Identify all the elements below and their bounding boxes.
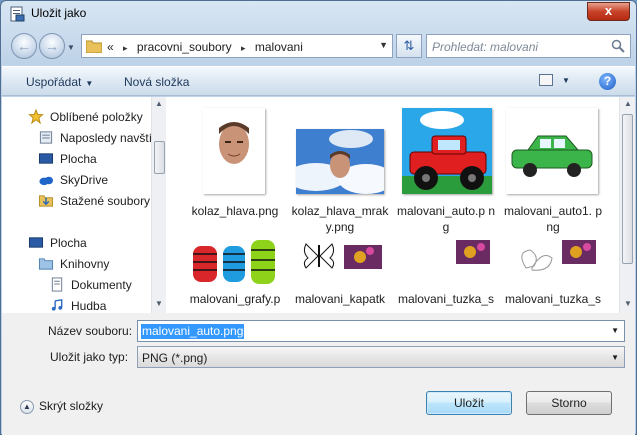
save-button[interactable]: Uložit <box>426 391 512 415</box>
window-title: Uložit jako <box>31 6 87 20</box>
skydrive-icon <box>39 176 54 186</box>
file-name: malovani_grafy.p <box>189 292 281 306</box>
file-name: kolaz_hlava.png <box>191 204 279 218</box>
organize-menu[interactable]: Uspořádat ▼ <box>26 75 93 89</box>
hide-folders-label: Skrýt složky <box>39 399 104 413</box>
search-input[interactable]: Prohledat: malovani <box>432 40 538 54</box>
new-folder-button[interactable]: Nová složka <box>124 75 189 89</box>
chevron-up-icon: ▲ <box>20 399 34 414</box>
desktop-icon <box>28 237 44 248</box>
documents-icon <box>51 277 63 292</box>
forward-arrow-icon: → <box>45 38 59 54</box>
save-as-dialog: Uložit jako x ← → ▼ « ▸ pracovni_soubory… <box>0 0 637 435</box>
scroll-up-icon[interactable]: ▲ <box>624 99 632 108</box>
file-list-scroll-thumb[interactable] <box>622 114 633 264</box>
search-box[interactable]: Prohledat: malovani <box>426 34 631 58</box>
sidebar-item-label: Naposledy navští <box>60 131 153 145</box>
change-view-icon[interactable] <box>539 74 553 86</box>
folder-icon <box>86 40 102 53</box>
file-name: malovani_tuzka_s <box>504 292 602 306</box>
address-dropdown-icon[interactable]: ▼ <box>379 40 388 50</box>
title-bar: Uložit jako x <box>1 1 636 27</box>
organize-label: Uspořádat <box>26 75 82 89</box>
chevron-down-icon[interactable]: ▼ <box>611 326 619 335</box>
file-name: malovani_kapatk <box>294 292 386 306</box>
recent-pages-dropdown[interactable]: ▼ <box>67 43 75 52</box>
file-name: malovani_auto1. png <box>503 204 603 234</box>
search-icon <box>611 39 625 53</box>
libraries-icon <box>38 258 54 270</box>
hide-folders-toggle[interactable]: ▲ Skrýt složky <box>20 399 103 414</box>
refresh-button[interactable]: ⇅ <box>396 34 422 58</box>
thumbnail-face-image <box>203 108 265 194</box>
close-button[interactable]: x <box>587 2 630 21</box>
file-item[interactable]: malovani_tuzka_s <box>396 235 496 313</box>
file-item[interactable]: kolaz_hlava.png <box>185 105 285 218</box>
sidebar-item-label: SkyDrive <box>60 173 109 187</box>
filetype-select[interactable]: PNG (*.png) ▼ <box>137 346 625 368</box>
file-item[interactable]: malovani_grafy.p <box>185 235 285 313</box>
thumbnail-charts-image <box>189 238 279 286</box>
navigation-pane: Oblíbené položky Naposledy navští Plocha… <box>2 97 153 313</box>
music-icon <box>51 299 63 311</box>
back-button[interactable]: ← <box>11 33 37 59</box>
filename-label: Název souboru: <box>48 324 133 338</box>
recent-places-icon <box>39 131 53 144</box>
star-icon <box>28 109 44 124</box>
sidebar-item-label: Stažené soubory <box>60 194 151 208</box>
sidebar-scroll-thumb[interactable] <box>154 141 165 174</box>
breadcrumb-malovani[interactable]: malovani <box>255 40 303 54</box>
chevron-down-icon: ▼ <box>611 353 619 362</box>
sidebar-item-label: Plocha <box>60 152 97 166</box>
breadcrumb-separator[interactable]: ▸ <box>123 43 128 53</box>
navigation-bar: ← → ▼ « ▸ pracovni_soubory ▸ malovani ▼ … <box>1 29 636 65</box>
breadcrumb-pracovni-soubory[interactable]: pracovni_soubory <box>137 40 232 54</box>
thumbnail-pencil-butterfly-image <box>506 238 598 286</box>
file-item[interactable]: malovani_kapatk <box>290 235 390 313</box>
sidebar-item-label: Plocha <box>50 236 87 250</box>
file-item[interactable]: malovani_auto.p ng <box>396 105 496 234</box>
chevron-down-icon: ▼ <box>85 79 94 88</box>
sidebar-item-label: Hudba <box>71 299 107 313</box>
scroll-down-icon[interactable]: ▼ <box>155 299 163 308</box>
help-icon[interactable]: ? <box>599 73 616 90</box>
refresh-icon: ⇅ <box>403 38 415 53</box>
filetype-label: Uložit jako typ: <box>50 350 129 364</box>
desktop-icon <box>38 153 54 164</box>
command-bar: Uspořádat ▼ Nová složka ▼ ? <box>2 66 635 96</box>
file-item[interactable]: malovani_auto1. png <box>503 105 603 234</box>
downloads-icon <box>38 195 54 207</box>
breadcrumb-separator[interactable]: ▸ <box>241 43 246 53</box>
sidebar-item-label: Knihovny <box>60 257 110 271</box>
sidebar-item-label: Oblíbené položky <box>50 110 143 124</box>
thumbnail-monster-truck-image <box>402 108 492 194</box>
filename-field[interactable]: malovani_auto.png ▼ <box>137 320 625 342</box>
file-name: malovani_auto.p ng <box>396 204 496 234</box>
file-list: kolaz_hlava.png kolaz_hlava_mrak y.png m… <box>167 97 620 313</box>
address-overflow[interactable]: « <box>107 40 114 54</box>
save-document-icon <box>10 6 25 22</box>
file-name: kolaz_hlava_mrak y.png <box>291 204 389 234</box>
filename-value[interactable]: malovani_auto.png <box>141 324 245 339</box>
scroll-up-icon[interactable]: ▲ <box>155 99 163 108</box>
file-list-scrollbar[interactable]: ▲ ▼ <box>619 97 635 313</box>
address-bar[interactable]: « ▸ pracovni_soubory ▸ malovani ▼ <box>81 34 393 58</box>
sidebar-item-label: Dokumenty <box>71 278 132 292</box>
sidebar-scrollbar[interactable]: ▲ ▼ <box>151 97 166 313</box>
thumbnail-pencil-image <box>402 238 492 286</box>
scroll-down-icon[interactable]: ▼ <box>624 299 632 308</box>
forward-button[interactable]: → <box>39 33 65 59</box>
thumbnail-clouds-image <box>296 129 384 194</box>
filetype-value: PNG (*.png) <box>142 351 208 365</box>
thumbnail-butterfly-image <box>298 241 384 271</box>
file-name: malovani_tuzka_s <box>397 292 495 306</box>
save-options-panel: Název souboru: malovani_auto.png ▼ Uloži… <box>2 313 635 435</box>
file-item[interactable]: malovani_tuzka_s <box>503 235 603 313</box>
back-arrow-icon: ← <box>17 38 31 54</box>
file-item[interactable]: kolaz_hlava_mrak y.png <box>290 105 390 234</box>
view-options-dropdown[interactable]: ▼ <box>562 76 570 85</box>
thumbnail-green-car-image <box>506 108 598 194</box>
browser-pane: Oblíbené položky Naposledy navští Plocha… <box>2 97 635 313</box>
cancel-button[interactable]: Storno <box>526 391 612 415</box>
